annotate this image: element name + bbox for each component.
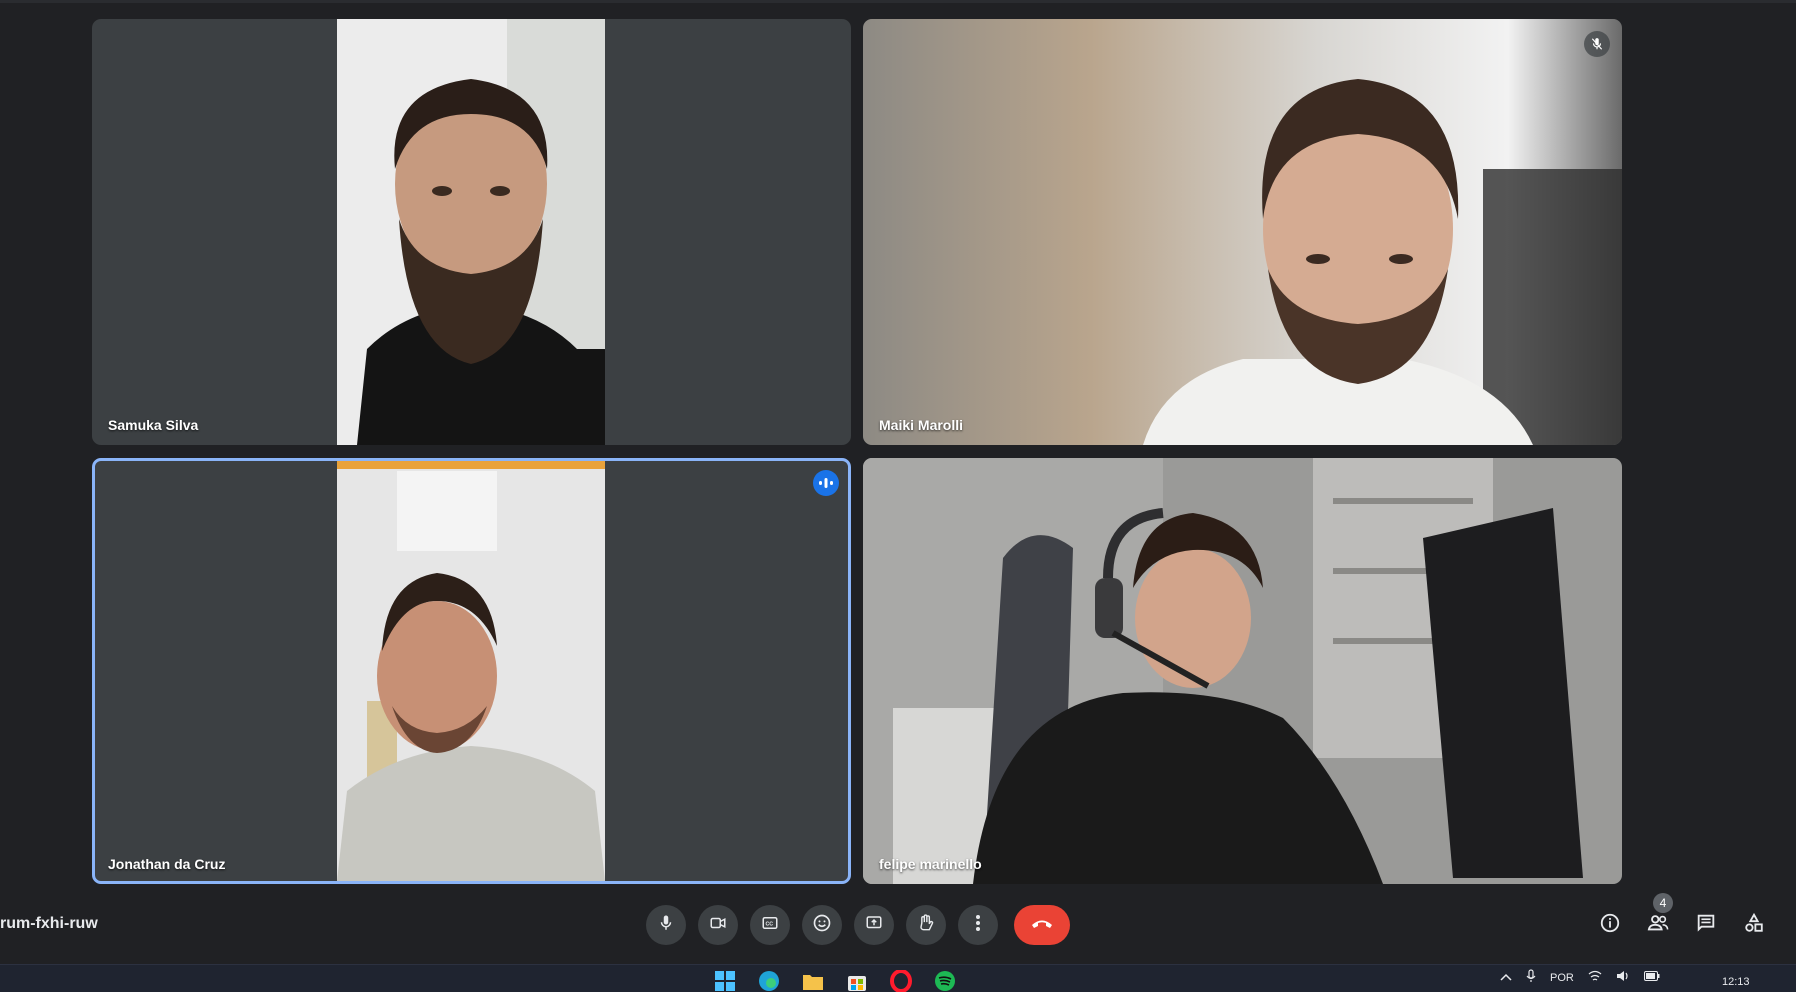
os-taskbar: POR 12:13 [0, 964, 1796, 992]
people-button[interactable]: 4 [1640, 893, 1676, 943]
meeting-side-controls: 4 [1592, 893, 1772, 943]
file-explorer-icon[interactable] [800, 969, 826, 992]
participant-video [337, 19, 605, 445]
taskbar-apps [712, 969, 958, 992]
language-indicator[interactable]: POR [1550, 972, 1574, 984]
taskbar-clock[interactable]: 12:13 [1722, 976, 1750, 988]
participant-name: Samuka Silva [108, 417, 199, 433]
participant-name: Maiki Marolli [879, 417, 964, 433]
microphone-tray-icon[interactable] [1526, 969, 1536, 986]
camera-icon [708, 914, 728, 937]
reactions-button[interactable] [802, 905, 842, 945]
svg-text:CC: CC [766, 921, 774, 927]
call-controls: CC [646, 905, 1070, 945]
captions-button[interactable]: CC [750, 905, 790, 945]
battery-icon[interactable] [1643, 971, 1660, 984]
raise-hand-icon [916, 913, 936, 938]
emoji-icon [812, 913, 832, 938]
end-call-icon [1030, 916, 1054, 934]
mic-icon [657, 914, 675, 937]
mic-off-icon [1584, 31, 1610, 57]
participant-tile-samuka[interactable]: Samuka Silva [92, 19, 851, 445]
meeting-control-bar: rum-fxhi-ruw CC 4 [0, 888, 1796, 962]
chevron-up-icon[interactable] [1500, 972, 1512, 984]
activities-button[interactable] [1736, 907, 1772, 943]
present-icon [864, 914, 884, 937]
participant-video [337, 461, 605, 881]
participant-tile-felipe[interactable]: felipe marinello [863, 458, 1622, 884]
participant-video [863, 458, 1622, 884]
activities-icon [1743, 912, 1765, 939]
wifi-icon[interactable] [1588, 970, 1602, 985]
edge-browser-icon[interactable] [756, 969, 782, 992]
participant-tile-jonathan[interactable]: Jonathan da Cruz [92, 458, 851, 884]
microsoft-store-icon[interactable] [844, 969, 870, 992]
info-icon [1599, 912, 1621, 939]
spotify-icon[interactable] [932, 969, 958, 992]
volume-icon[interactable] [1616, 970, 1630, 985]
mic-button[interactable] [646, 905, 686, 945]
end-call-button[interactable] [1014, 905, 1070, 945]
chat-icon [1695, 912, 1717, 939]
camera-button[interactable] [698, 905, 738, 945]
more-options-icon [975, 914, 981, 937]
participant-name: felipe marinello [879, 856, 982, 872]
system-tray: POR [1500, 969, 1660, 986]
people-icon [1646, 912, 1670, 939]
raise-hand-button[interactable] [906, 905, 946, 945]
participant-tile-maiki[interactable]: Maiki Marolli [863, 19, 1622, 445]
opera-browser-icon[interactable] [888, 969, 914, 992]
chat-button[interactable] [1688, 907, 1724, 943]
windows-start-icon[interactable] [712, 969, 738, 992]
more-options-button[interactable] [958, 905, 998, 945]
people-count-badge: 4 [1653, 893, 1673, 913]
meeting-details-button[interactable] [1592, 907, 1628, 943]
participant-video [863, 19, 1622, 445]
window-top-edge [0, 0, 1796, 3]
speaking-indicator-icon [813, 470, 839, 496]
present-button[interactable] [854, 905, 894, 945]
captions-icon: CC [760, 914, 780, 937]
meeting-code: rum-fxhi-ruw [0, 915, 98, 932]
participant-name: Jonathan da Cruz [108, 856, 226, 872]
